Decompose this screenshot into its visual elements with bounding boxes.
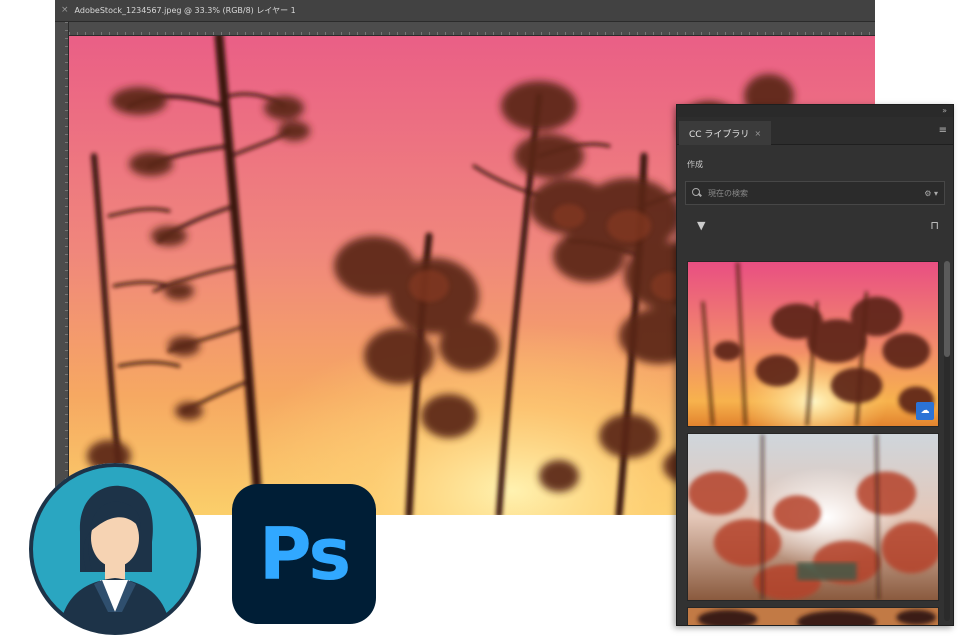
user-avatar-icon (28, 462, 202, 636)
panel-scrollbar[interactable] (944, 261, 950, 621)
vertical-ruler[interactable] (55, 22, 69, 515)
close-icon[interactable]: × (61, 6, 69, 15)
view-toggle-icon[interactable]: ⊓ (930, 219, 939, 232)
tab-cc-libraries[interactable]: CC ライブラリ × (679, 121, 772, 145)
photoshop-app-icon-label: Ps (258, 512, 351, 596)
scrollbar-thumb[interactable] (944, 261, 950, 357)
document-tab-title[interactable]: AdobeStock_1234567.jpeg @ 33.3% (RGB/8) … (75, 5, 296, 16)
avatar-illustration (29, 463, 201, 635)
document-tab-bar[interactable]: × AdobeStock_1234567.jpeg @ 33.3% (RGB/8… (55, 0, 875, 22)
panel-tab-bar: CC ライブラリ × ≡ (677, 117, 953, 145)
cc-libraries-panel: » CC ライブラリ × ≡ 作成 ⚙ ▾ ▼ ⊓ (676, 104, 954, 626)
panel-menu-icon[interactable]: ≡ (939, 125, 947, 136)
close-icon[interactable]: × (754, 129, 761, 138)
filter-icon[interactable]: ▼ (697, 219, 705, 232)
library-asset-list: ☁ (687, 261, 939, 625)
library-search-bar[interactable]: ⚙ ▾ (685, 181, 945, 205)
library-asset-thumbnail[interactable]: ☁ (687, 261, 939, 427)
library-asset-thumbnail[interactable] (687, 433, 939, 601)
photoshop-app-icon: Ps (232, 484, 376, 624)
panel-title-bar[interactable]: » (677, 105, 953, 117)
horizontal-ruler[interactable] (69, 22, 875, 36)
thumbnail-image (688, 262, 938, 426)
search-input[interactable] (708, 188, 919, 198)
section-label: 作成 (687, 160, 703, 169)
search-icon (692, 188, 702, 198)
cloud-badge-icon: ☁ (916, 402, 934, 420)
thumbnail-image (688, 434, 938, 600)
panel-tab-label: CC ライブラリ (689, 129, 750, 140)
thumbnail-image (688, 608, 938, 625)
library-asset-thumbnail[interactable] (687, 607, 939, 625)
search-options-icon[interactable]: ⚙ ▾ (924, 189, 938, 198)
collapse-icon[interactable]: » (942, 106, 947, 115)
filter-row: ▼ ⊓ (677, 209, 953, 243)
